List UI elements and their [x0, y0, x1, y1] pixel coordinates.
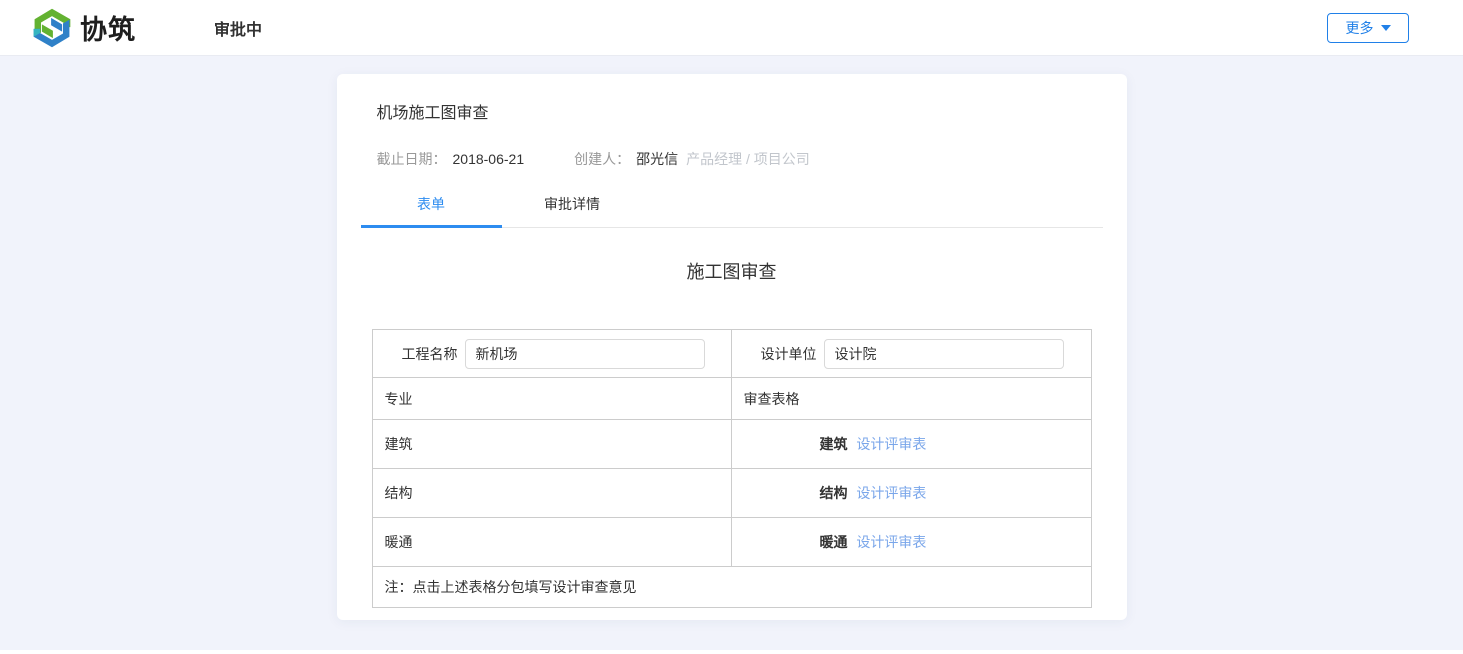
creator-name: 邵光信	[636, 149, 678, 169]
form-title: 施工图审查	[337, 258, 1127, 284]
discipline-structure: 结构	[372, 469, 731, 518]
project-name-input[interactable]	[465, 339, 705, 369]
design-unit-input[interactable]	[824, 339, 1064, 369]
form-note: 注：点击上述表格分包填写设计审查意见	[372, 567, 1091, 608]
tab-form[interactable]: 表单	[361, 190, 502, 227]
more-button-label: 更多	[1346, 18, 1374, 38]
brand-name: 协筑	[80, 8, 136, 47]
xiezhu-logo-icon	[30, 7, 74, 49]
form-name-architecture: 建筑	[820, 436, 848, 452]
column-header-discipline: 专业	[372, 378, 731, 420]
approval-card: 机场施工图审查 截止日期： 2018-06-21 创建人： 邵光信 产品经理 /…	[337, 74, 1127, 620]
table-row: 暖通 暖通 设计评审表	[372, 518, 1091, 567]
discipline-hvac: 暖通	[372, 518, 731, 567]
table-row-headers: 专业 审查表格	[372, 378, 1091, 420]
tab-bar: 表单 审批详情	[361, 190, 1103, 228]
review-form-link-architecture[interactable]: 设计评审表	[856, 436, 926, 452]
approval-title: 机场施工图审查	[337, 74, 1127, 123]
deadline-label: 截止日期：	[377, 149, 447, 169]
table-row: 结构 结构 设计评审表	[372, 469, 1091, 518]
form-name-hvac: 暖通	[820, 534, 848, 550]
table-row-note: 注：点击上述表格分包填写设计审查意见	[372, 567, 1091, 608]
caret-down-icon	[1381, 25, 1391, 31]
top-header: 协筑 审批中 更多	[0, 0, 1463, 56]
table-row: 建筑 建筑 设计评审表	[372, 420, 1091, 469]
deadline-value: 2018-06-21	[453, 151, 525, 167]
design-unit-label: 设计单位	[759, 344, 817, 364]
discipline-architecture: 建筑	[372, 420, 731, 469]
creator-role: 产品经理 / 项目公司	[686, 149, 810, 169]
page-title: 审批中	[214, 16, 262, 40]
review-form-link-structure[interactable]: 设计评审表	[856, 485, 926, 501]
table-row-inputs: 工程名称 设计单位	[372, 330, 1091, 378]
approval-meta: 截止日期： 2018-06-21 创建人： 邵光信 产品经理 / 项目公司	[337, 123, 1127, 169]
project-name-label: 工程名称	[400, 344, 458, 364]
review-form-table: 工程名称 设计单位 专业 审查表格 建筑 建筑 设计评审表 结构	[372, 329, 1092, 608]
tab-approval-detail[interactable]: 审批详情	[502, 190, 643, 227]
more-button[interactable]: 更多	[1327, 13, 1409, 43]
bottom-strip	[0, 650, 1463, 654]
review-form-link-hvac[interactable]: 设计评审表	[856, 534, 926, 550]
column-header-review-form: 审查表格	[731, 378, 1091, 420]
brand[interactable]: 协筑	[30, 7, 136, 49]
creator-label: 创建人：	[574, 149, 630, 169]
form-name-structure: 结构	[820, 485, 848, 501]
